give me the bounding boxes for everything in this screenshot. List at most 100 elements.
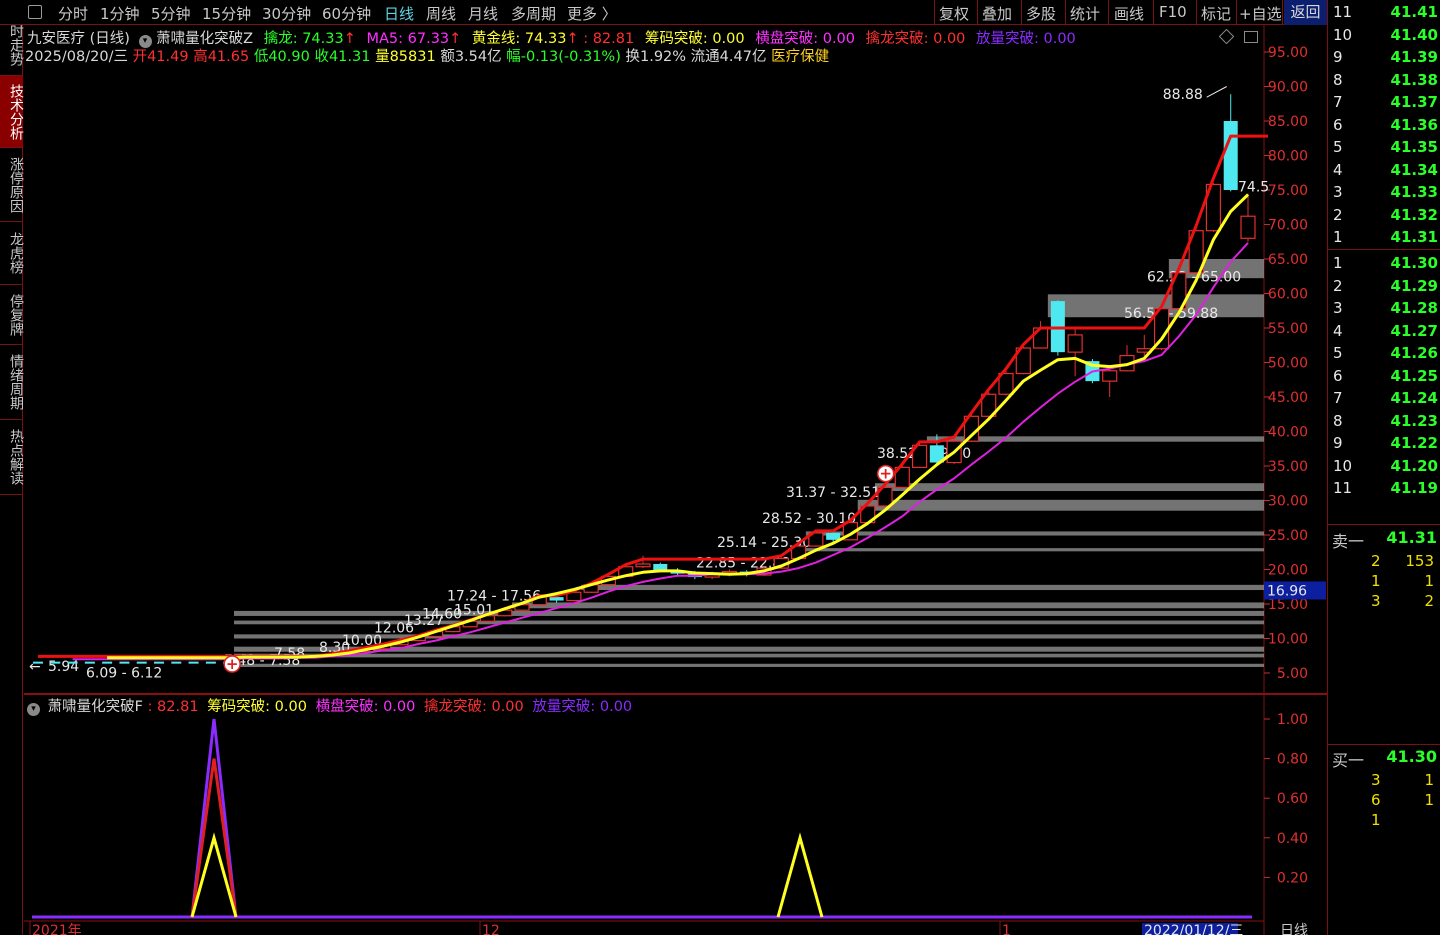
period-tab[interactable]: 30分钟 bbox=[262, 3, 311, 24]
buy-level-row[interactable]: 7 41.24 bbox=[1328, 387, 1440, 409]
level-number: 11 bbox=[1333, 3, 1353, 21]
period-tab[interactable]: 月线 bbox=[468, 3, 498, 24]
y-tick-label: 40.00 bbox=[1268, 425, 1308, 441]
y-tick-label: 85.00 bbox=[1268, 114, 1308, 130]
sell-order-qty: 153 bbox=[1405, 552, 1434, 570]
sell-level-row[interactable]: 10 41.40 bbox=[1328, 24, 1440, 46]
buy-level-row[interactable]: 5 41.26 bbox=[1328, 342, 1440, 364]
period-tab[interactable]: 60分钟 bbox=[322, 3, 371, 24]
candle bbox=[1240, 215, 1256, 239]
buy-level-row[interactable]: 3 41.28 bbox=[1328, 297, 1440, 319]
period-tab[interactable]: 多周期 bbox=[511, 3, 556, 24]
buy-level-row[interactable]: 1 41.30 bbox=[1328, 252, 1440, 274]
left-tab-strip: 分时走势 技术分析 涨停原因 龙虎榜 停复牌 情绪周期 热点解读 bbox=[0, 0, 24, 935]
y-tick-label: 50.00 bbox=[1268, 356, 1308, 372]
left-tab[interactable]: 停复牌 bbox=[0, 285, 24, 345]
x-tick-label: 1 bbox=[1002, 923, 1011, 935]
x-tick-label: 12 bbox=[482, 923, 500, 935]
toolbar-separator bbox=[1021, 0, 1022, 25]
buy-level-row[interactable]: 2 41.29 bbox=[1328, 275, 1440, 297]
period-tab[interactable]: 日线 bbox=[384, 3, 414, 24]
period-tab[interactable]: 周线 bbox=[426, 3, 456, 24]
candle bbox=[171, 661, 182, 664]
toolbar-button[interactable]: F10 bbox=[1159, 3, 1187, 21]
level-price: 41.30 bbox=[1390, 254, 1438, 272]
order-book: 11 41.41 10 41.40 9 41.39 8 41.38 7 41.37 6 41.36 5 4… bbox=[1327, 0, 1440, 935]
left-tab[interactable]: 热点解读 bbox=[0, 420, 24, 495]
toolbar-button[interactable]: 复权 bbox=[939, 3, 969, 24]
sell-level-row[interactable]: 2 41.32 bbox=[1328, 204, 1440, 226]
level-number: 7 bbox=[1333, 93, 1343, 111]
level-number: 7 bbox=[1333, 389, 1343, 407]
candle bbox=[653, 563, 668, 571]
candle bbox=[67, 661, 78, 664]
left-tab[interactable]: 技术分析 bbox=[0, 76, 24, 148]
period-tab[interactable]: 1分钟 bbox=[100, 3, 140, 24]
y-tick-label: 70.00 bbox=[1268, 218, 1308, 234]
y-tick-label: 55.00 bbox=[1268, 321, 1308, 337]
left-tab[interactable]: 情绪周期 bbox=[0, 345, 24, 420]
candle bbox=[826, 532, 841, 540]
buy-level-row[interactable]: 6 41.25 bbox=[1328, 365, 1440, 387]
buy-level-row[interactable]: 4 41.27 bbox=[1328, 320, 1440, 342]
price-chart[interactable]: 95.00 90.00 85.00 80.00 75.00 70.00 65.00 60.00… bbox=[24, 25, 1327, 695]
buy-one-label: 买一 bbox=[1332, 751, 1365, 770]
toolbar-separator bbox=[1282, 0, 1283, 25]
sell-level-row[interactable]: 3 41.33 bbox=[1328, 181, 1440, 203]
toolbar-separator bbox=[1153, 0, 1154, 25]
period-tab[interactable]: 更多 〉 bbox=[567, 3, 617, 24]
period-tab[interactable]: 分时 bbox=[58, 3, 88, 24]
sell-level-row[interactable]: 5 41.35 bbox=[1328, 136, 1440, 158]
sell-order-count: 2 bbox=[1371, 552, 1381, 570]
level-number: 9 bbox=[1333, 434, 1343, 452]
candle bbox=[154, 661, 164, 664]
sell-level-row[interactable]: 11 41.41 bbox=[1328, 1, 1440, 23]
level-price: 41.34 bbox=[1390, 160, 1438, 179]
buy-level-row[interactable]: 8 41.23 bbox=[1328, 410, 1440, 432]
candle bbox=[33, 661, 43, 664]
toolbar-button[interactable]: 标记 bbox=[1201, 3, 1231, 24]
level-number: 4 bbox=[1333, 160, 1343, 179]
book-separator bbox=[1328, 524, 1440, 525]
candle bbox=[205, 661, 216, 664]
period-label[interactable]: 日线 bbox=[1280, 923, 1308, 935]
level-number: 6 bbox=[1333, 115, 1343, 134]
level-price: 41.20 bbox=[1390, 456, 1438, 475]
buy-level-row[interactable]: 10 41.20 bbox=[1328, 455, 1440, 477]
indicator-chart[interactable]: 1.00 0.80 0.60 0.40 0.20 2021年 12 1 2022/01/12/三… bbox=[24, 695, 1327, 935]
sell-order-qty: 2 bbox=[1424, 592, 1434, 610]
left-tab[interactable]: 涨停原因 bbox=[0, 148, 24, 222]
back-button[interactable]: 返回 bbox=[1284, 0, 1327, 25]
toolbar-button[interactable]: 叠加 bbox=[982, 3, 1012, 24]
y-tick-label: 20.00 bbox=[1268, 563, 1308, 579]
period-tab[interactable]: 5分钟 bbox=[151, 3, 191, 24]
plus-icon: + bbox=[226, 655, 239, 673]
toolbar-button[interactable]: 多股 bbox=[1026, 3, 1056, 24]
sell-level-row[interactable]: 6 41.36 bbox=[1328, 114, 1440, 136]
candle bbox=[84, 661, 95, 664]
y-tick-label: 0.80 bbox=[1277, 752, 1308, 768]
current-price-label: 16.96 bbox=[1267, 583, 1307, 599]
buy-level-row[interactable]: 9 41.22 bbox=[1328, 432, 1440, 454]
sell-level-row[interactable]: 9 41.39 bbox=[1328, 46, 1440, 68]
toolbar-button[interactable]: +自选 bbox=[1239, 3, 1282, 24]
toolbar-button[interactable]: 画线 bbox=[1114, 3, 1144, 24]
left-tab[interactable]: 龙虎榜 bbox=[0, 222, 24, 285]
support-zone bbox=[234, 653, 1264, 658]
y-tick-label: 0.20 bbox=[1277, 870, 1308, 886]
y-tick-label: 95.00 bbox=[1268, 45, 1308, 61]
period-tab[interactable]: 15分钟 bbox=[202, 3, 251, 24]
toolbar-button[interactable]: 统计 bbox=[1070, 3, 1100, 24]
sell-level-row[interactable]: 8 41.38 bbox=[1328, 69, 1440, 91]
buy-level-row[interactable]: 11 41.19 bbox=[1328, 477, 1440, 499]
toolbar-separator bbox=[1196, 0, 1197, 25]
sell-level-row[interactable]: 7 41.37 bbox=[1328, 91, 1440, 113]
sell-level-row[interactable]: 1 41.31 bbox=[1328, 226, 1440, 248]
level-price: 41.40 bbox=[1390, 25, 1438, 44]
level-number: 10 bbox=[1333, 25, 1353, 44]
toolbar-checkbox[interactable] bbox=[28, 5, 42, 19]
sell-level-row[interactable]: 4 41.34 bbox=[1328, 159, 1440, 181]
level-price: 41.25 bbox=[1390, 366, 1438, 385]
buy-order-qty: 1 bbox=[1424, 791, 1434, 809]
y-tick-label: 25.00 bbox=[1268, 528, 1308, 544]
